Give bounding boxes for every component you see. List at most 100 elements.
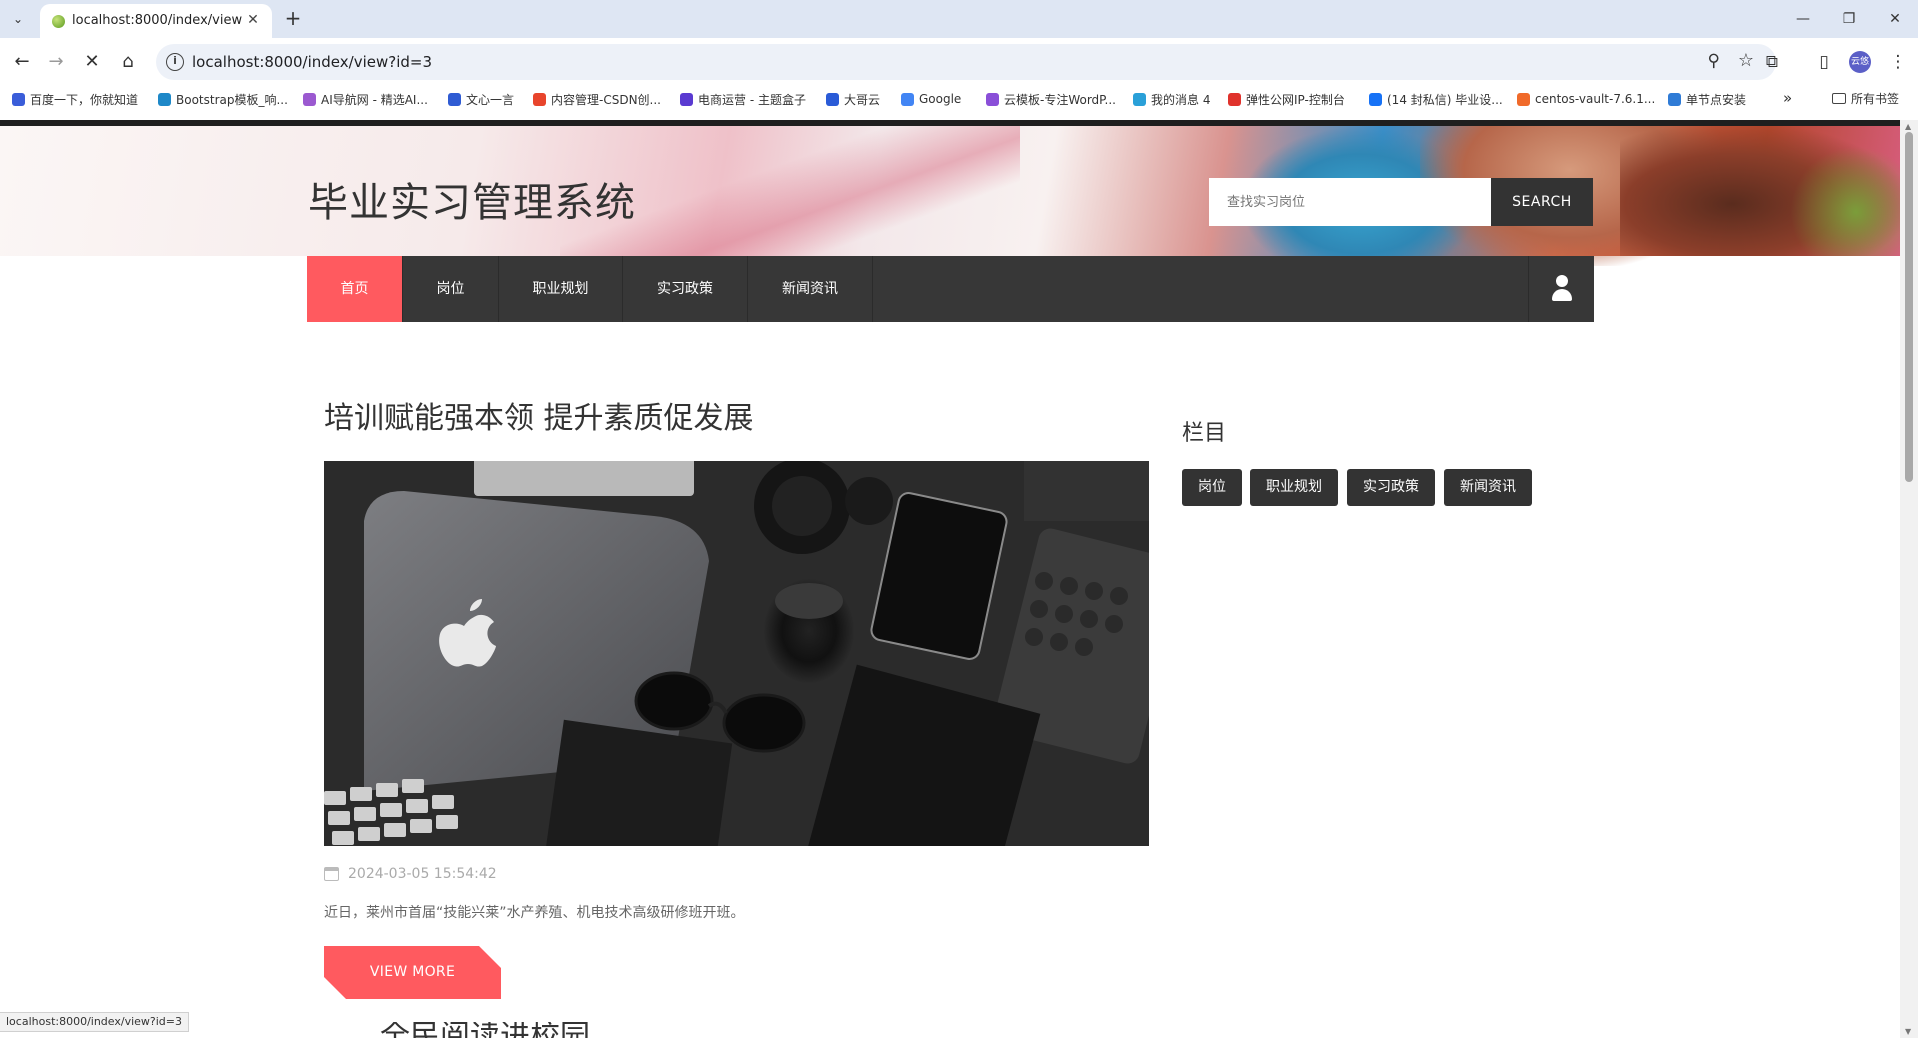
bookmarks-overflow-icon[interactable]: » <box>1783 89 1792 107</box>
bookmark-zhihu[interactable]: (14 封私信) 毕业设... <box>1369 90 1503 108</box>
bookmark-wenxin[interactable]: 文心一言 <box>448 90 514 108</box>
tab-close-icon[interactable]: ✕ <box>244 11 262 29</box>
bookmark-baidu[interactable]: 百度一下，你就知道 <box>12 90 138 108</box>
category-tag-career-planning[interactable]: 职业规划 <box>1250 469 1338 506</box>
search-button[interactable]: SEARCH <box>1491 178 1593 226</box>
bookmark-favicon-icon <box>12 92 25 106</box>
tab-search-chevron-icon[interactable]: ⌄ <box>6 7 30 31</box>
bookmark-eip-console[interactable]: 弹性公网IP-控制台 <box>1228 90 1345 108</box>
bookmark-ai-nav[interactable]: AI导航网 - 精选AI... <box>303 90 428 108</box>
all-bookmarks-label: 所有书签 <box>1851 92 1900 106</box>
article-title[interactable]: 培训赋能强本领 提升素质促发展 <box>324 393 754 437</box>
category-tag-internship-policy[interactable]: 实习政策 <box>1347 469 1435 506</box>
side-panel-icon[interactable]: ▯ <box>1812 50 1836 74</box>
next-article-title[interactable]: 全民阅读进校园 <box>380 1022 640 1038</box>
bookmark-centos-vault[interactable]: centos-vault-7.6.1... <box>1517 90 1655 108</box>
address-bar[interactable]: i localhost:8000/index/view?id=3 ⚲ ☆ <box>156 44 1776 80</box>
bookmark-messages[interactable]: 我的消息 4 <box>1133 90 1210 108</box>
folder-icon <box>1832 93 1846 104</box>
search-input[interactable] <box>1209 178 1491 226</box>
forward-icon[interactable]: → <box>42 48 70 76</box>
minimize-icon[interactable]: — <box>1780 0 1826 38</box>
bookmark-label: 大哥云 <box>844 92 881 107</box>
nav-item-home[interactable]: 首页 <box>307 256 403 322</box>
browser-menu-icon[interactable]: ⋮ <box>1886 50 1910 74</box>
sidebar-title: 栏目 <box>1182 421 1227 446</box>
browser-tab[interactable]: localhost:8000/index/view?id=3 ✕ <box>40 4 272 38</box>
desk-flatlay-illustration <box>324 461 1149 846</box>
bookmark-favicon-icon <box>1668 92 1681 106</box>
home-icon[interactable]: ⌂ <box>114 48 142 76</box>
address-url[interactable]: localhost:8000/index/view?id=3 <box>192 53 432 71</box>
article-image[interactable] <box>324 461 1149 846</box>
bookmark-label: 我的消息 4 <box>1151 92 1211 107</box>
article-date: 2024-03-05 15:54:42 <box>324 866 497 882</box>
tab-favicon-icon <box>52 15 65 28</box>
all-bookmarks[interactable]: 所有书签 <box>1832 90 1899 107</box>
nav-item-career-planning[interactable]: 职业规划 <box>499 256 623 322</box>
tab-title: localhost:8000/index/view?id=3 <box>72 13 242 28</box>
back-icon[interactable]: ← <box>8 48 36 76</box>
bookmarks-bar: 百度一下，你就知道 Bootstrap模板_响... AI导航网 - 精选AI...… <box>0 85 1918 112</box>
bookmark-favicon-icon <box>1133 92 1146 106</box>
bookmark-favicon-icon <box>826 92 839 106</box>
bookmark-label: 文心一言 <box>466 92 515 107</box>
bookmark-label: 弹性公网IP-控制台 <box>1246 92 1345 107</box>
bookmark-favicon-icon <box>1369 92 1382 106</box>
scroll-up-icon[interactable]: ▲ <box>1905 122 1911 131</box>
calendar-icon <box>324 867 339 881</box>
bookmark-label: (14 封私信) 毕业设... <box>1387 92 1503 107</box>
bookmark-label: 电商运营 - 主题盒子 <box>698 92 806 107</box>
bookmark-bootstrap[interactable]: Bootstrap模板_响... <box>158 90 288 108</box>
user-account-button[interactable] <box>1528 256 1594 322</box>
user-icon <box>1552 275 1572 301</box>
bookmark-favicon-icon <box>986 92 999 106</box>
nav-item-internship-policy[interactable]: 实习政策 <box>623 256 748 322</box>
nav-item-positions[interactable]: 岗位 <box>403 256 499 322</box>
bookmark-label: AI导航网 - 精选AI... <box>321 92 428 107</box>
bookmark-favicon-icon <box>303 92 316 106</box>
bookmark-favicon-icon <box>533 92 546 106</box>
header-banner: 毕业实习管理系统 SEARCH <box>0 126 1900 266</box>
bookmark-favicon-icon <box>448 92 461 106</box>
profile-avatar[interactable]: 云悠 <box>1849 51 1871 73</box>
restore-icon[interactable]: ❐ <box>1826 0 1872 38</box>
main-nav: 首页 岗位 职业规划 实习政策 新闻资讯 <box>307 256 1594 322</box>
bookmark-label: 单节点安装 <box>1686 92 1747 107</box>
page-scrollbar[interactable]: ▲ ▼ <box>1900 120 1918 1038</box>
bookmark-google[interactable]: Google <box>901 90 961 108</box>
bookmark-ecommerce[interactable]: 电商运营 - 主题盒子 <box>680 90 806 108</box>
browser-toolbar: ← → ✕ ⌂ i localhost:8000/index/view?id=3… <box>0 38 1918 85</box>
site-title[interactable]: 毕业实习管理系统 <box>308 170 636 228</box>
stop-loading-icon[interactable]: ✕ <box>78 48 106 76</box>
bookmark-star-icon[interactable]: ☆ <box>1738 50 1754 71</box>
bookmark-label: 百度一下，你就知道 <box>30 92 139 107</box>
view-more-button[interactable]: VIEW MORE <box>324 946 501 999</box>
bookmark-favicon-icon <box>680 92 693 106</box>
bookmark-yunmoban[interactable]: 云模板-专注WordP... <box>986 90 1116 108</box>
bookmark-favicon-icon <box>901 92 914 106</box>
bookmark-dagoyun[interactable]: 大哥云 <box>826 90 880 108</box>
scroll-down-icon[interactable]: ▼ <box>1905 1027 1911 1036</box>
scrollbar-thumb[interactable] <box>1905 132 1913 482</box>
bookmark-label: centos-vault-7.6.1... <box>1535 92 1656 106</box>
article-excerpt: 近日，莱州市首届“技能兴莱”水产养殖、机电技术高级研修班开班。 <box>324 905 745 921</box>
bookmark-favicon-icon <box>158 92 171 106</box>
browser-tab-bar: ⌄ localhost:8000/index/view?id=3 ✕ + — ❐… <box>0 0 1918 38</box>
bookmark-csdn[interactable]: 内容管理-CSDN创... <box>533 90 661 108</box>
bookmark-label: Bootstrap模板_响... <box>176 92 288 107</box>
extensions-icon[interactable]: ⧉ <box>1760 50 1784 74</box>
bookmark-single-node[interactable]: 单节点安装 <box>1668 90 1746 108</box>
site-info-icon[interactable]: i <box>166 53 184 71</box>
new-tab-icon[interactable]: + <box>280 6 306 32</box>
zoom-icon[interactable]: ⚲ <box>1708 51 1720 71</box>
view-more-label: VIEW MORE <box>369 964 456 980</box>
window-close-icon[interactable]: ✕ <box>1872 0 1918 38</box>
page-viewport: 毕业实习管理系统 SEARCH 首页 岗位 职业规划 实习政策 新闻资讯 培训赋… <box>0 126 1900 1038</box>
category-tag-positions[interactable]: 岗位 <box>1182 469 1242 506</box>
bookmark-favicon-icon <box>1228 92 1241 106</box>
bookmark-favicon-icon <box>1517 92 1530 106</box>
category-tag-news[interactable]: 新闻资讯 <box>1444 469 1532 506</box>
bookmark-label: Google <box>919 92 962 106</box>
nav-item-news[interactable]: 新闻资讯 <box>748 256 873 322</box>
